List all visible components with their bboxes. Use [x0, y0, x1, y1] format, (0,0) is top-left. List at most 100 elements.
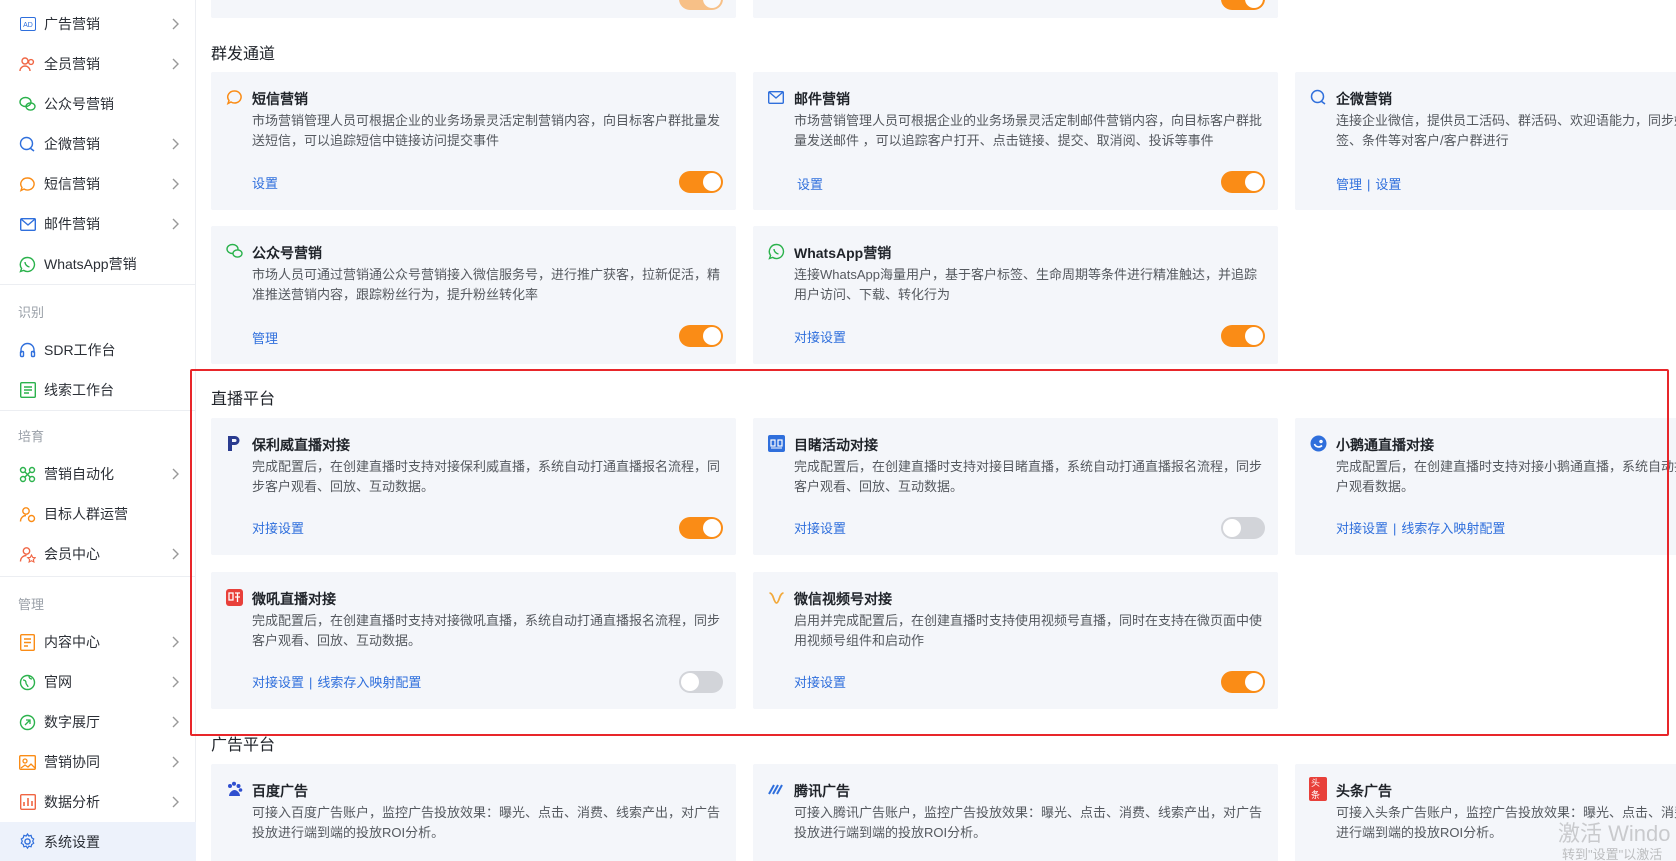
headset-icon [19, 342, 36, 359]
card-tencent-ads: 腾讯广告 可接入腾讯广告账户，监控广告投放效果：曝光、点击、消费、线索产出，对广… [753, 764, 1278, 861]
card-description: 完成配置后，在创建直播时支持对接保利威直播，系统自动打通直播报名流程，同步客户观… [252, 459, 721, 494]
sidebar-item-ad-marketing[interactable]: AD 广告营销 [0, 4, 196, 44]
sidebar-item-official-account[interactable]: 公众号营销 [0, 84, 196, 124]
card-description: 市场人员可通过营销通公众号营销接入微信服务号，进行推广获客，拉新促活，精准推送营… [252, 267, 721, 302]
wechat-icon [225, 242, 243, 260]
sidebar-item-whatsapp[interactable]: WhatsApp营销 [0, 244, 196, 284]
card-title: 微吼直播对接 [252, 591, 336, 607]
automation-icon [19, 466, 36, 483]
manage-link[interactable]: 管理 [1336, 177, 1362, 192]
lead-mapping-link[interactable]: 线索存入映射配置 [317, 675, 421, 690]
sidebar-item-collab[interactable]: 营销协同 [0, 742, 196, 782]
integration-settings-link[interactable]: 对接设置 [252, 675, 304, 690]
toggle-switch[interactable] [679, 0, 723, 10]
integration-settings-link[interactable]: 对接设置 [252, 521, 304, 536]
sidebar-item-target-people[interactable]: 目标人群运营 [0, 494, 196, 534]
card-sms: 短信营销 市场营销管理人员可根据企业的业务场景灵活定制营销内容，向目标客户群批量… [211, 72, 736, 210]
card-polyv: 保利威直播对接 完成配置后，在创建直播时支持对接保利威直播，系统自动打通直播报名… [211, 418, 736, 555]
mail-icon [19, 216, 36, 233]
toutiao-badge: 头条 [1309, 777, 1327, 801]
sidebar-item-automation[interactable]: 营销自动化 [0, 454, 196, 494]
gear-icon [19, 833, 36, 850]
settings-link[interactable]: 设置 [1375, 177, 1401, 192]
card-title: 企微营销 [1336, 91, 1392, 107]
lead-mapping-link[interactable]: 线索存入映射配置 [1401, 521, 1505, 536]
chevron-right-icon [168, 795, 182, 809]
mudu-logo-icon [767, 434, 785, 452]
chevron-right-icon [168, 467, 182, 481]
card-title: 小鹅通直播对接 [1336, 437, 1434, 453]
mudu-toggle[interactable] [1221, 517, 1265, 539]
card-description: 完成配置后，在创建直播时支持对接目睹直播，系统自动打通直播报名流程，同步客户观看… [794, 459, 1263, 494]
card-partial [753, 0, 1278, 18]
polyv-toggle[interactable] [679, 517, 723, 539]
sidebar-item-label: WhatsApp营销 [44, 256, 137, 272]
wecom-icon [1309, 88, 1327, 106]
content-icon [19, 633, 36, 651]
channels-toggle[interactable] [1221, 671, 1265, 693]
sidebar-item-content[interactable]: 内容中心 [0, 622, 196, 662]
manage-link[interactable]: 管理 [252, 331, 278, 346]
toggle-switch[interactable] [1221, 0, 1265, 10]
globe-icon [19, 674, 36, 691]
sidebar-item-digital-hall[interactable]: 数字展厅 [0, 702, 196, 742]
card-links: 对接设置 [794, 518, 846, 537]
sidebar-item-email[interactable]: 邮件营销 [0, 204, 196, 244]
sidebar-item-label: 会员中心 [44, 546, 100, 562]
sidebar-group-identify: 识别 [18, 305, 45, 320]
sidebar-item-wecom[interactable]: 企微营销 [0, 124, 196, 164]
sidebar-item-website[interactable]: 官网 [0, 662, 196, 702]
sidebar-item-label: 广告营销 [44, 16, 100, 32]
sidebar-item-member[interactable]: 会员中心 [0, 534, 196, 574]
sidebar-item-label: 系统设置 [44, 833, 100, 850]
channels-icon [767, 588, 785, 606]
sidebar-item-all-staff[interactable]: 全员营销 [0, 44, 196, 84]
wechat-icon [19, 96, 36, 113]
link-separator: | [309, 675, 313, 690]
ad-icon: AD [19, 16, 36, 33]
tencent-ads-icon [767, 780, 785, 798]
whatsapp-toggle[interactable] [1221, 325, 1265, 347]
chevron-right-icon [168, 137, 182, 151]
chevron-right-icon [168, 755, 182, 769]
card-title: 百度广告 [252, 783, 308, 799]
mail-icon [767, 88, 785, 106]
svg-text:AD: AD [23, 22, 33, 29]
sidebar: AD 广告营销 全员营销 公众号营销 企微营销 短信营销 邮件营销 WhatsA… [0, 0, 196, 861]
card-links: 管理 | 设置 [1336, 174, 1401, 193]
card-whatsapp: WhatsApp营销 连接WhatsApp海量用户，基于客户标签、生命周期等条件… [753, 226, 1278, 364]
card-partial [211, 0, 736, 18]
integration-settings-link[interactable]: 对接设置 [794, 521, 846, 536]
sidebar-item-label: 营销自动化 [44, 466, 114, 482]
card-official-account: 公众号营销 市场人员可通过营销通公众号营销接入微信服务号，进行推广获客，拉新促活… [211, 226, 736, 364]
card-description: 可接入百度广告账户，监控广告投放效果：曝光、点击、消费、线索产出，对广告投放进行… [252, 805, 721, 840]
sidebar-item-sdr[interactable]: SDR工作台 [0, 330, 196, 370]
integration-settings-link[interactable]: 对接设置 [794, 330, 846, 345]
sidebar-item-clue[interactable]: 线索工作台 [0, 370, 196, 410]
settings-link[interactable]: 设置 [797, 177, 823, 192]
email-toggle[interactable] [1221, 171, 1265, 193]
chart-icon [19, 794, 36, 811]
official-account-toggle[interactable] [679, 325, 723, 347]
integration-settings-link[interactable]: 对接设置 [794, 675, 846, 690]
card-description: 连接WhatsApp海量用户，基于客户标签、生命周期等条件进行精准触达，并追踪用… [794, 267, 1257, 302]
sidebar-item-sms[interactable]: 短信营销 [0, 164, 196, 204]
settings-link[interactable]: 设置 [252, 176, 278, 191]
polyv-logo-icon [225, 434, 243, 452]
card-links: 管理 [252, 328, 278, 347]
sidebar-item-analytics[interactable]: 数据分析 [0, 782, 196, 822]
vhall-toggle[interactable] [679, 671, 723, 693]
sidebar-item-label: 目标人群运营 [44, 506, 128, 522]
sidebar-item-label: 全员营销 [44, 56, 100, 72]
sidebar-item-label: 数字展厅 [44, 714, 100, 730]
integration-settings-link[interactable]: 对接设置 [1336, 521, 1388, 536]
sidebar-item-settings[interactable]: 系统设置 [0, 822, 196, 861]
card-description: 启用并完成配置后，在创建直播时支持使用视频号直播，同时在支持在微页面中使用视频号… [794, 613, 1263, 648]
toutiao-logo-icon: 头条 [1309, 777, 1327, 801]
card-vhall: 微吼直播对接 完成配置后，在创建直播时支持对接微吼直播，系统自动打通直播报名流程… [211, 572, 736, 709]
section-title-ads: 广告平台 [211, 737, 276, 754]
card-links: 设置 [252, 173, 278, 192]
xiaoe-logo-icon [1309, 434, 1327, 452]
sms-toggle[interactable] [679, 171, 723, 193]
target-people-icon [19, 506, 36, 523]
